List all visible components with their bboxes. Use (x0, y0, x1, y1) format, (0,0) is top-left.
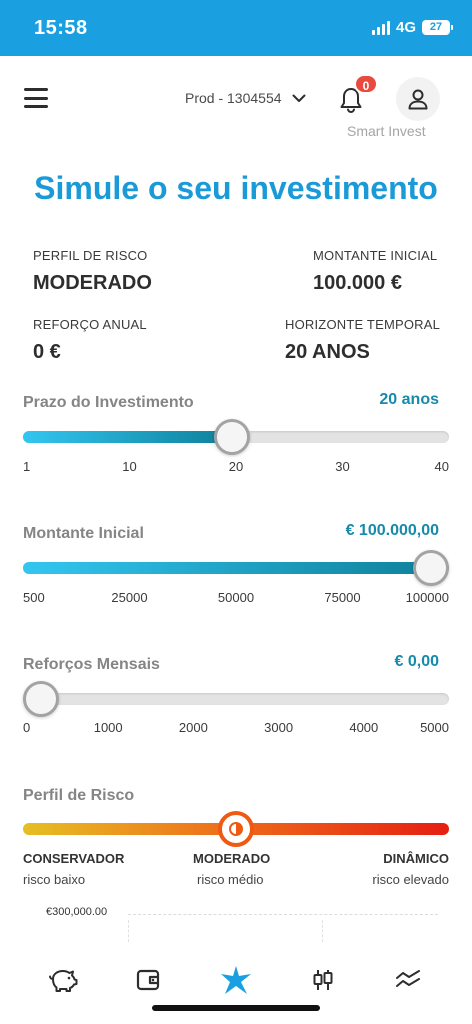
nav-wallet[interactable] (130, 964, 166, 996)
risk-slider-label: Perfil de Risco (23, 787, 135, 804)
term-slider-value: 20 anos (379, 391, 439, 408)
piggy-bank-icon (49, 970, 78, 992)
risk-profile-label: PERFIL DE RISCO (33, 248, 148, 263)
initial-amount-label: MONTANTE INICIAL (313, 248, 438, 263)
initial-amount-slider-label: Montante Inicial (23, 525, 144, 542)
risk-slider[interactable] (23, 811, 449, 847)
slider-tick-label: 25000 (111, 590, 148, 605)
status-time: 15:58 (34, 17, 88, 39)
contrast-icon (229, 822, 243, 836)
monthly-reinforcement-slider-ticks: 0 1000 2000 3000 4000 5000 (23, 720, 449, 738)
slider-tick-label: 500 (23, 590, 45, 605)
account-selector[interactable]: Prod - 1304554 (185, 90, 306, 106)
bottom-navigation (0, 950, 472, 1024)
network-type: 4G (395, 19, 416, 36)
candlestick-icon (313, 970, 333, 990)
signal-icon (371, 20, 390, 35)
risk-option-conservative[interactable]: CONSERVADOR (23, 851, 124, 866)
initial-amount-value: 100.000 € (313, 272, 402, 294)
risk-option-dynamic[interactable]: DINÂMICO (383, 851, 449, 866)
slider-tick-label: 50000 (217, 590, 255, 605)
menu-icon-bar (24, 105, 48, 108)
chart-gridline (128, 914, 438, 915)
risk-option-dynamic-desc: risco elevado (372, 872, 449, 887)
term-slider-fill (23, 431, 232, 443)
wallet-icon (136, 969, 160, 991)
initial-amount-slider[interactable] (23, 550, 449, 586)
nav-smart-invest[interactable] (218, 964, 254, 996)
slider-tick-label: 2000 (178, 720, 208, 735)
trend-icon (396, 970, 420, 987)
nav-trends[interactable] (390, 964, 426, 996)
chart-gridline (128, 920, 129, 942)
time-horizon-value: 20 ANOS (285, 341, 370, 363)
user-icon (408, 89, 428, 110)
notification-count-badge: 0 (354, 74, 378, 94)
status-indicators: 4G 27 (371, 19, 453, 36)
app-subtitle: Smart Invest (347, 123, 426, 139)
status-bar: 15:58 4G 27 (0, 0, 472, 56)
risk-profile-value: MODERADO (33, 272, 152, 294)
monthly-reinforcement-slider-thumb[interactable] (23, 681, 59, 717)
nav-markets[interactable] (305, 964, 341, 996)
slider-tick-label: 40 (434, 459, 449, 474)
risk-slider-thumb[interactable] (218, 811, 254, 847)
slider-tick-label: 4000 (349, 720, 379, 735)
slider-tick-label: 3000 (264, 720, 294, 735)
initial-amount-slider-value: € 100.000,00 (345, 522, 439, 539)
term-slider-thumb[interactable] (213, 419, 250, 455)
slider-tick-label: 0 (23, 720, 31, 735)
monthly-reinforcement-slider-value: € 0,00 (394, 653, 439, 670)
slider-tick-label: 20 (228, 459, 244, 474)
term-slider-ticks: 1 10 20 30 40 (23, 459, 449, 477)
chart-axis-label: €300,000.00 (46, 906, 108, 918)
chevron-down-icon (292, 94, 306, 102)
account-label: Prod - 1304554 (185, 90, 282, 106)
risk-option-conservative-desc: risco baixo (23, 872, 86, 887)
menu-icon-bar (24, 96, 48, 100)
menu-button[interactable] (24, 88, 48, 108)
initial-amount-slider-ticks: 500 25000 50000 75000 100000 (23, 590, 449, 608)
annual-reinforcement-value: 0 € (33, 341, 61, 363)
term-slider-label: Prazo do Investimento (23, 394, 194, 411)
slider-tick-label: 100000 (405, 590, 449, 605)
time-horizon-label: HORIZONTE TEMPORAL (285, 317, 441, 332)
slider-tick-label: 1000 (93, 720, 123, 735)
slider-tick-label: 10 (122, 459, 137, 474)
risk-option-moderate-desc: risco médio (197, 872, 264, 887)
chart-gridline (322, 920, 323, 942)
annual-reinforcement-label: REFORÇO ANUAL (33, 317, 147, 332)
nav-savings[interactable] (45, 964, 81, 996)
page-title: Simule o seu investimento (34, 170, 438, 206)
risk-option-moderate[interactable]: MODERADO (193, 851, 270, 866)
slider-tick-label: 30 (335, 459, 350, 474)
initial-amount-slider-fill (23, 562, 449, 574)
monthly-reinforcement-slider-label: Reforços Mensais (23, 656, 160, 673)
profile-button[interactable] (396, 77, 440, 121)
slider-tick-label: 1 (23, 459, 31, 474)
slider-tick-label: 75000 (324, 590, 361, 605)
initial-amount-slider-thumb[interactable] (413, 550, 449, 586)
term-slider[interactable] (23, 419, 449, 455)
battery-icon: 27 (422, 20, 453, 35)
slider-tick-label: 5000 (420, 720, 449, 735)
star-icon (221, 966, 251, 994)
menu-icon-bar (24, 88, 48, 91)
home-indicator (152, 1005, 320, 1011)
monthly-reinforcement-slider[interactable] (23, 681, 449, 717)
